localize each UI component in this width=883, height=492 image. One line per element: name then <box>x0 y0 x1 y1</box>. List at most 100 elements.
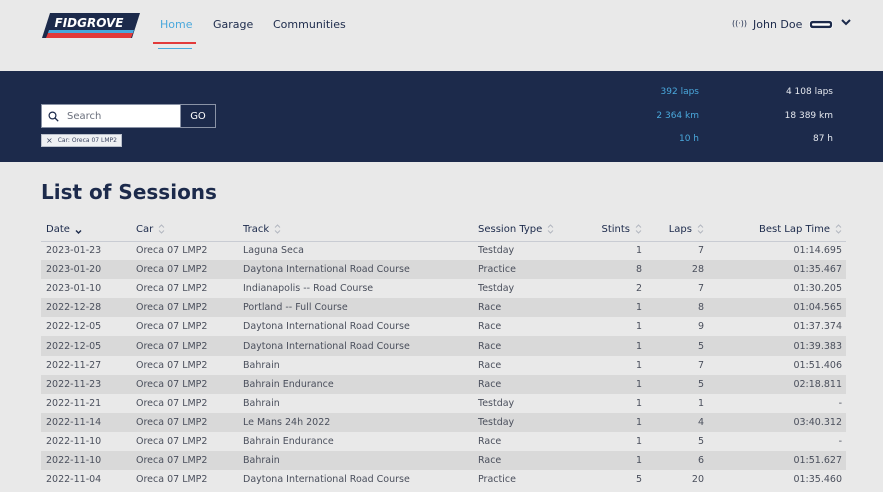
cell-date: 2022-11-10 <box>46 435 102 447</box>
filter-chip-car: × Car: Oreca 07 LMP2 <box>41 134 122 147</box>
filtered-distance: 2 364 km <box>656 111 699 121</box>
cell-laps: 5 <box>697 435 704 447</box>
search-go-button[interactable]: GO <box>180 105 215 127</box>
cell-laps: 5 <box>642 336 704 356</box>
cell-best-lap-time: 01:51.627 <box>704 451 846 471</box>
cell-car: Oreca 07 LMP2 <box>136 397 208 409</box>
fidgrove-logo[interactable]: FIDGROVE <box>42 12 140 39</box>
cell-stints: 2 <box>635 283 642 295</box>
table-row[interactable]: 2022-11-27 Oreca 07 LMP2 Bahrain Race 1 7 01:5… <box>41 356 846 375</box>
cell-date: 2022-11-10 <box>41 451 136 471</box>
cell-session-type: Race <box>478 359 502 371</box>
search-bar: GO <box>41 104 216 128</box>
sort-icon[interactable] <box>158 224 165 234</box>
cell-session-type: Race <box>478 374 581 394</box>
cell-laps: 1 <box>697 397 704 409</box>
column-header-date[interactable]: Date <box>41 218 136 242</box>
table-row[interactable]: 2022-11-04 Oreca 07 LMP2 Daytona Internati… <box>41 470 846 489</box>
sort-icon[interactable] <box>635 224 642 234</box>
total-laps: 4 108 laps <box>785 87 833 97</box>
table-row[interactable]: 2022-12-05 Oreca 07 LMP2 Daytona Internati… <box>41 317 846 336</box>
cell-laps: 4 <box>642 412 704 432</box>
column-header-track[interactable]: Track <box>243 218 478 242</box>
cell-date: 2022-11-27 <box>46 359 102 371</box>
cell-laps: 7 <box>697 283 704 295</box>
cell-track: Portland -- Full Course <box>243 298 478 318</box>
table-row[interactable]: 2022-11-14 Oreca 07 LMP2 Le Mans 24h 2022 T… <box>41 412 846 432</box>
column-header-car[interactable]: Car <box>136 218 243 242</box>
sort-icon[interactable] <box>835 224 842 234</box>
close-icon[interactable]: × <box>46 136 53 145</box>
table-row[interactable]: 2022-11-23 Oreca 07 LMP2 Bahrain Endurance… <box>41 374 846 394</box>
cell-session-type: Testday <box>478 397 515 409</box>
cell-track: Daytona International Road Course <box>243 474 410 486</box>
table-row[interactable]: 2022-12-28 Oreca 07 LMP2 Portland -- Full … <box>41 298 846 318</box>
column-header-laps[interactable]: Laps <box>642 218 704 242</box>
cell-stints: 1 <box>635 397 642 409</box>
cell-car: Oreca 07 LMP2 <box>136 260 243 280</box>
sort-icon[interactable] <box>547 224 554 234</box>
sessions-table-body: 2023-01-23 Oreca 07 LMP2 Laguna Seca Testda… <box>41 241 846 489</box>
search-input[interactable] <box>67 110 167 122</box>
table-header-row: Date Car Track Session Type Stints Laps … <box>41 218 846 242</box>
cell-track: Bahrain <box>243 397 280 409</box>
cell-car: Oreca 07 LMP2 <box>136 321 208 333</box>
sort-icon[interactable] <box>697 224 704 234</box>
cell-date: 2022-11-21 <box>46 397 102 409</box>
cell-best-lap-time: 01:35.460 <box>793 474 842 486</box>
cell-stints: 1 <box>635 245 642 257</box>
cell-car: Oreca 07 LMP2 <box>136 283 208 295</box>
column-header-stints[interactable]: Stints <box>581 218 642 242</box>
cell-track: Daytona International Road Course <box>243 336 478 356</box>
cell-best-lap-time: 01:04.565 <box>704 298 846 318</box>
cell-best-lap-time: 01:37.374 <box>793 321 842 333</box>
page-title: List of Sessions <box>41 180 217 204</box>
cell-car: Oreca 07 LMP2 <box>136 374 243 394</box>
cell-session-type: Practice <box>478 474 516 486</box>
nav-garage[interactable]: Garage <box>213 18 253 31</box>
table-row[interactable]: 2023-01-23 Oreca 07 LMP2 Laguna Seca Testda… <box>41 241 846 260</box>
sort-icon[interactable] <box>75 224 82 234</box>
cell-best-lap-time: 03:40.312 <box>704 412 846 432</box>
cell-track: Indianapolis -- Road Course <box>243 283 374 295</box>
cell-car: Oreca 07 LMP2 <box>136 412 243 432</box>
cell-date: 2023-01-10 <box>46 283 102 295</box>
sort-icon[interactable] <box>274 224 281 234</box>
column-header-session-type[interactable]: Session Type <box>478 218 581 242</box>
user-name[interactable]: John Doe <box>753 18 802 31</box>
cell-date: 2022-12-05 <box>46 321 102 333</box>
cell-stints: 1 <box>581 336 642 356</box>
table-row[interactable]: 2022-11-10 Oreca 07 LMP2 Bahrain Race 1 6 01:5… <box>41 451 846 471</box>
table-row[interactable]: 2023-01-20 Oreca 07 LMP2 Daytona Internati… <box>41 260 846 280</box>
cell-session-type: Race <box>478 435 502 447</box>
column-header-best-lap-time[interactable]: Best Lap Time <box>704 218 846 242</box>
search-icon <box>48 110 59 122</box>
cell-stints: 1 <box>635 435 642 447</box>
broadcast-icon: ((·)) <box>732 19 748 28</box>
table-row[interactable]: 2022-12-05 Oreca 07 LMP2 Daytona Internati… <box>41 336 846 356</box>
nav-home[interactable]: Home <box>160 18 192 31</box>
cell-track: Bahrain Endurance <box>243 374 478 394</box>
cell-stints: 1 <box>635 321 642 333</box>
active-tab-indicator-secondary <box>158 48 192 49</box>
cell-laps: 9 <box>697 321 704 333</box>
cell-car: Oreca 07 LMP2 <box>136 451 243 471</box>
cell-session-type: Testday <box>478 283 515 295</box>
cell-laps: 5 <box>642 374 704 394</box>
cell-best-lap-time: - <box>838 435 842 447</box>
cell-car: Oreca 07 LMP2 <box>136 245 208 257</box>
cell-car: Oreca 07 LMP2 <box>136 435 208 447</box>
filter-chip-label: Car: Oreca 07 LMP2 <box>57 137 117 144</box>
cell-car: Oreca 07 LMP2 <box>136 359 208 371</box>
nav-communities[interactable]: Communities <box>273 18 346 31</box>
cell-track: Daytona International Road Course <box>243 321 410 333</box>
cell-best-lap-time: 01:51.406 <box>793 359 842 371</box>
cell-track: Daytona International Road Course <box>243 260 478 280</box>
total-time: 87 h <box>812 134 833 144</box>
table-row[interactable]: 2023-01-10 Oreca 07 LMP2 Indianapolis -- R… <box>41 279 846 298</box>
table-row[interactable]: 2022-11-10 Oreca 07 LMP2 Bahrain Endurance… <box>41 432 846 451</box>
cell-date: 2023-01-23 <box>46 245 102 257</box>
chevron-down-icon[interactable] <box>840 17 852 27</box>
cell-stints: 8 <box>581 260 642 280</box>
table-row[interactable]: 2022-11-21 Oreca 07 LMP2 Bahrain Testday 1 1 - <box>41 394 846 413</box>
